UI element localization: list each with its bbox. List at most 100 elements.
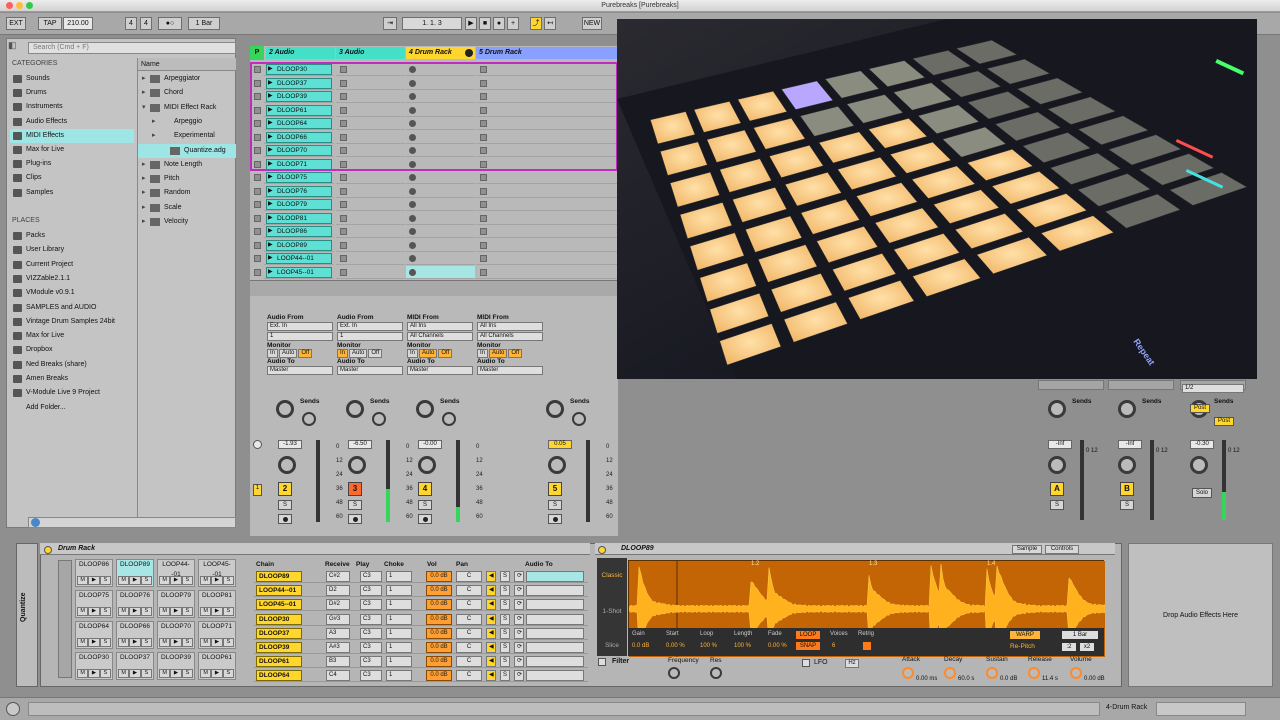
receive-note[interactable]: A#3 bbox=[326, 642, 350, 653]
chain-name[interactable]: DLOOP39 bbox=[256, 642, 302, 653]
pad-btn-play[interactable]: ▶ bbox=[211, 576, 223, 585]
metronome-button[interactable]: ●○ bbox=[158, 17, 182, 30]
param-value[interactable]: 0.0 dB bbox=[632, 643, 649, 649]
play-note[interactable]: C3 bbox=[360, 613, 382, 625]
clip-stop-button[interactable] bbox=[480, 187, 487, 195]
chain-name[interactable]: DLOOP64 bbox=[256, 670, 302, 682]
chain-solo[interactable]: S bbox=[500, 571, 510, 582]
chain-row[interactable]: DLOOP64 C4 C3 1 0.0 dB C ◀ S ⟳ bbox=[254, 669, 588, 683]
one-shot-mode[interactable]: 1-Shot bbox=[597, 608, 627, 615]
chain-solo[interactable]: S bbox=[500, 613, 510, 625]
place-vintage-drum-samples-24bit[interactable]: Vintage Drum Samples 24bit bbox=[10, 315, 134, 329]
chain-pan[interactable]: C bbox=[456, 670, 482, 682]
clip-slot-empty[interactable] bbox=[476, 90, 618, 103]
pad-btn-play[interactable]: ▶ bbox=[129, 669, 141, 678]
chain-audio-to[interactable] bbox=[526, 670, 584, 682]
clip-stop-button[interactable] bbox=[340, 147, 347, 154]
record-slot-icon[interactable] bbox=[409, 214, 416, 222]
clip-slot-empty[interactable] bbox=[476, 225, 618, 238]
clip-slot-drum[interactable] bbox=[406, 212, 475, 225]
clip-slot-drum[interactable] bbox=[406, 104, 475, 117]
clip-stop-button[interactable] bbox=[340, 160, 347, 168]
clip-slot-drum[interactable] bbox=[406, 239, 475, 252]
monitor-off[interactable]: Off bbox=[368, 349, 383, 358]
clip-slot-drum[interactable] bbox=[406, 144, 475, 157]
send-a-knob[interactable] bbox=[546, 400, 564, 418]
play-note[interactable]: C3 bbox=[360, 571, 382, 582]
pad-btn-mute[interactable]: M bbox=[77, 669, 89, 678]
track-header-5[interactable]: 5 Drum Rack bbox=[476, 47, 618, 59]
drum-pad-dloop79[interactable]: DLOOP79 M ▶ S bbox=[157, 590, 195, 618]
clip-stop-button[interactable] bbox=[340, 133, 347, 141]
clip-slot-empty[interactable] bbox=[336, 266, 405, 279]
pad-btn-mute[interactable]: M bbox=[118, 607, 130, 616]
clip-dloop61[interactable]: DLOOP61 bbox=[266, 104, 332, 116]
env-value[interactable]: 0.00 ms bbox=[916, 676, 937, 682]
expand-arrow-icon[interactable]: ▸ bbox=[152, 115, 156, 129]
scene-launch-button[interactable] bbox=[254, 66, 261, 73]
chain-pan[interactable]: C bbox=[456, 585, 482, 597]
browser-item[interactable]: ▸ Pitch bbox=[138, 172, 236, 186]
stop-icon[interactable]: ■ bbox=[479, 17, 491, 30]
pad-btn-solo[interactable]: S bbox=[99, 669, 111, 678]
sample-tab[interactable]: Sample bbox=[1012, 545, 1042, 554]
chain-solo[interactable]: S bbox=[500, 642, 510, 653]
browser-toggle-icon[interactable]: ◧ bbox=[8, 40, 22, 52]
send-a-knob[interactable] bbox=[276, 400, 294, 418]
pad-btn-mute[interactable]: M bbox=[118, 576, 130, 585]
pad-btn-play[interactable]: ▶ bbox=[170, 607, 182, 616]
chain-hotswap-icon[interactable]: ⟳ bbox=[514, 585, 524, 597]
clip-stop-button[interactable] bbox=[480, 160, 487, 168]
volume-field[interactable]: -1.93 bbox=[278, 440, 302, 449]
pad-btn-play[interactable]: ▶ bbox=[129, 607, 141, 616]
chain-row[interactable]: DLOOP61 B3 C3 1 0.0 dB C ◀ S ⟳ bbox=[254, 655, 588, 669]
param-value[interactable]: 100 % bbox=[700, 643, 717, 649]
chain-solo[interactable]: S bbox=[500, 670, 510, 682]
place-user-library[interactable]: User Library bbox=[10, 243, 134, 257]
clip-slot-empty[interactable] bbox=[476, 212, 618, 225]
chain-solo[interactable]: S bbox=[500, 599, 510, 611]
clip-slot[interactable]: LOOP44--01 bbox=[264, 252, 334, 265]
return-pan-knob[interactable] bbox=[1190, 456, 1208, 474]
filter-res-knob[interactable] bbox=[710, 667, 722, 679]
return-volume[interactable]: -Inf bbox=[1118, 440, 1142, 449]
place-add-folder-[interactable]: Add Folder... bbox=[10, 401, 134, 415]
category-samples[interactable]: Samples bbox=[10, 186, 134, 200]
place-vizzable2-1-1[interactable]: VIZZable2.1.1 bbox=[10, 272, 134, 286]
chain-audio-to[interactable] bbox=[526, 571, 584, 582]
drum-pad-dloop66[interactable]: DLOOP66 M ▶ S bbox=[116, 621, 154, 649]
track-activator[interactable]: 3 bbox=[348, 482, 362, 496]
place-amen-breaks[interactable]: Amen Breaks bbox=[10, 372, 134, 386]
chain-audio-to[interactable] bbox=[526, 585, 584, 597]
scene-launch-button[interactable] bbox=[254, 241, 261, 249]
pad-btn-solo[interactable]: S bbox=[140, 576, 152, 585]
warp-mode[interactable]: Re-Pitch bbox=[1010, 643, 1050, 650]
monitor-auto[interactable]: Auto bbox=[489, 349, 508, 358]
monitor-off[interactable]: Off bbox=[508, 349, 523, 358]
clip-dloop70[interactable]: DLOOP70 bbox=[266, 145, 332, 156]
drum-pad-dloop39[interactable]: DLOOP39 M ▶ S bbox=[157, 652, 195, 680]
close-window-button[interactable] bbox=[6, 2, 13, 9]
track-header-2[interactable]: 2 Audio bbox=[266, 47, 335, 59]
clip-dloop75[interactable]: DLOOP75 bbox=[266, 172, 332, 183]
time-sig-numerator[interactable]: 4 bbox=[125, 17, 137, 30]
place-vmodule-v0-9-1[interactable]: VModule v0.9.1 bbox=[10, 286, 134, 300]
category-drums[interactable]: Drums bbox=[10, 86, 134, 100]
clip-loop45--01[interactable]: LOOP45--01 bbox=[266, 266, 332, 278]
pad-btn-solo[interactable]: S bbox=[99, 638, 111, 647]
send-b-knob[interactable] bbox=[572, 412, 586, 426]
clip-slot-drum[interactable] bbox=[406, 185, 475, 198]
choke-group[interactable]: 1 bbox=[386, 627, 412, 639]
clip-loop44--01[interactable]: LOOP44--01 bbox=[266, 253, 332, 264]
browser-preview-bar[interactable] bbox=[28, 517, 236, 528]
scene-launch-button[interactable] bbox=[254, 214, 261, 222]
slice-mode[interactable]: Slice bbox=[597, 642, 627, 649]
pad-btn-play[interactable]: ▶ bbox=[88, 607, 100, 616]
browser-item[interactable]: ▸ Experimental bbox=[138, 129, 236, 143]
drum-pad-dloop71[interactable]: DLOOP71 M ▶ S bbox=[198, 621, 236, 649]
scene-launch-button[interactable] bbox=[254, 79, 261, 87]
return-solo[interactable]: Solo bbox=[1192, 488, 1212, 498]
clip-slot-empty[interactable] bbox=[476, 266, 618, 279]
expand-arrow-icon[interactable]: ▸ bbox=[142, 158, 146, 172]
double-length-button[interactable]: x2 bbox=[1080, 643, 1094, 651]
